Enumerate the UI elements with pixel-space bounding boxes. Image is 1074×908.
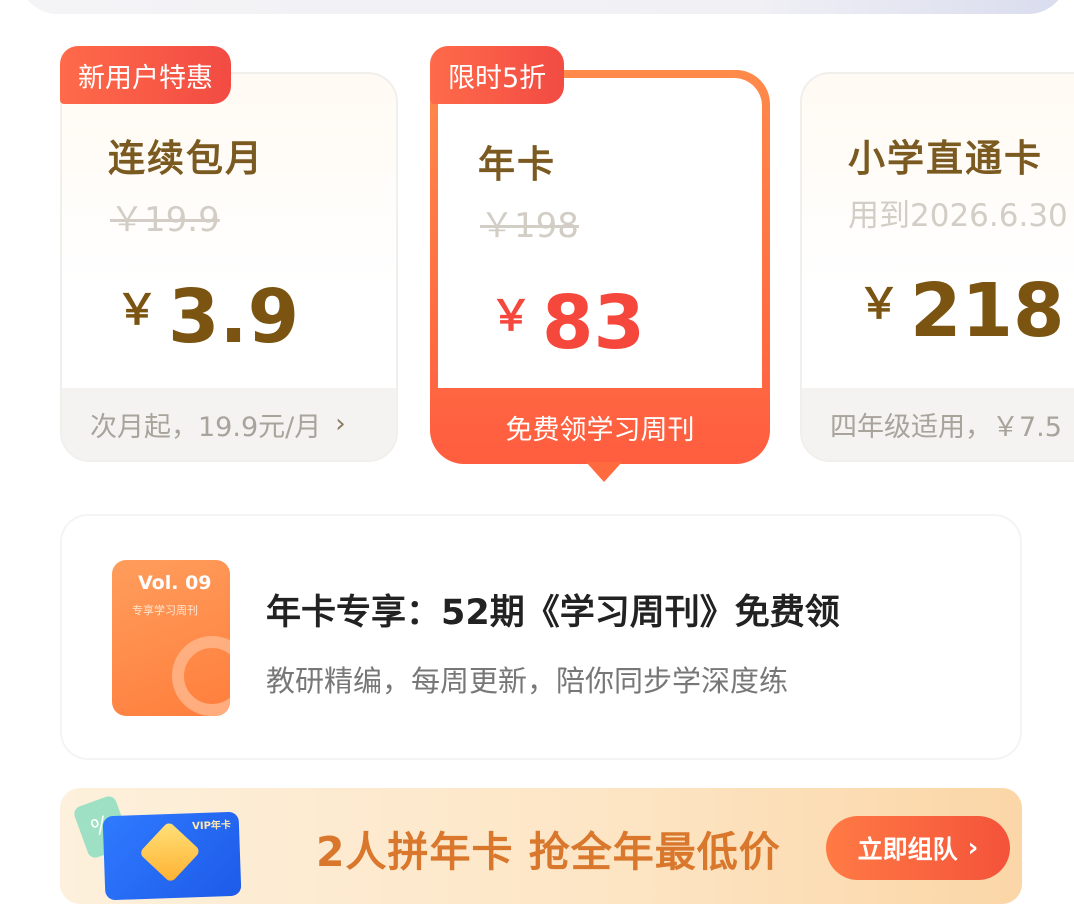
plan-card-year[interactable]: 年卡 ￥198 ￥ 83 免费领学习周刊 xyxy=(430,70,770,482)
weekly-title: 年卡专享：52期《学习周刊》免费领 xyxy=(266,593,840,633)
magazine-subtitle: 专享学习周刊 xyxy=(132,604,198,617)
price-value: 83 xyxy=(542,280,645,366)
discount-badge: 限时5折 xyxy=(430,46,565,104)
plan-name: 连续包月 xyxy=(108,137,264,180)
plan-price: ￥ 83 xyxy=(490,280,645,366)
currency-symbol: ￥ xyxy=(858,279,901,328)
magazine-volume: Vol. 09 xyxy=(138,572,212,594)
join-team-label: 立即组队 xyxy=(857,835,958,864)
price-value: 3.9 xyxy=(168,274,300,360)
chevron-right-icon: › xyxy=(335,409,346,439)
plan-card-monthly[interactable]: 连续包月 ￥19.9 ￥ 3.9 次月起，19.9元/月 › xyxy=(60,72,398,462)
weekly-benefit[interactable]: Vol. 09 专享学习周刊 年卡专享：52期《学习周刊》免费领 教研精编，每周… xyxy=(62,516,1020,758)
join-team-button[interactable]: 立即组队 › xyxy=(826,816,1010,880)
magazine-cover: Vol. 09 专享学习周刊 xyxy=(112,560,230,716)
selection-pointer xyxy=(586,462,622,482)
new-user-badge: 新用户特惠 xyxy=(60,46,231,104)
plan-card-primary[interactable]: 小学直通卡 用到2026.6.30 ￥ 218 四年级适用，￥7.5 xyxy=(800,72,1074,462)
magazine-ring-decoration xyxy=(172,636,230,716)
plan-footer: 免费领学习周刊 xyxy=(505,414,695,446)
plan-price: ￥ 218 xyxy=(858,268,1064,354)
group-buy-banner[interactable]: % VIP年卡 2人拼年卡 抢全年最低价 立即组队 › xyxy=(60,788,1022,904)
plan-name: 小学直通卡 xyxy=(848,137,1043,180)
vip-card-label: VIP年卡 xyxy=(192,819,232,833)
vip-card-icon: VIP年卡 xyxy=(102,811,242,901)
plan-card-body: 年卡 ￥198 ￥ 83 xyxy=(438,78,762,388)
banner-text: 2人拼年卡 抢全年最低价 xyxy=(316,828,781,876)
plan-footer[interactable]: 次月起，19.9元/月 › xyxy=(62,388,396,460)
plan-footer-text: 四年级适用，￥7.5 xyxy=(830,411,1062,443)
original-price: ￥19.9 xyxy=(110,200,220,240)
price-value: 218 xyxy=(910,268,1065,354)
validity-text: 用到2026.6.30 xyxy=(848,198,1068,234)
plan-footer-text: 次月起，19.9元/月 xyxy=(90,411,322,443)
currency-symbol: ￥ xyxy=(490,291,533,340)
top-banner-edge xyxy=(18,0,1068,14)
currency-symbol: ￥ xyxy=(116,285,159,334)
plan-footer: 四年级适用，￥7.5 xyxy=(802,388,1074,460)
plan-price: ￥ 3.9 xyxy=(116,274,299,360)
original-price: ￥198 xyxy=(480,206,579,246)
chevron-right-icon: › xyxy=(967,833,979,863)
plan-name: 年卡 xyxy=(478,143,556,186)
weekly-description: 教研精编，每周更新，陪你同步学深度练 xyxy=(266,664,789,698)
